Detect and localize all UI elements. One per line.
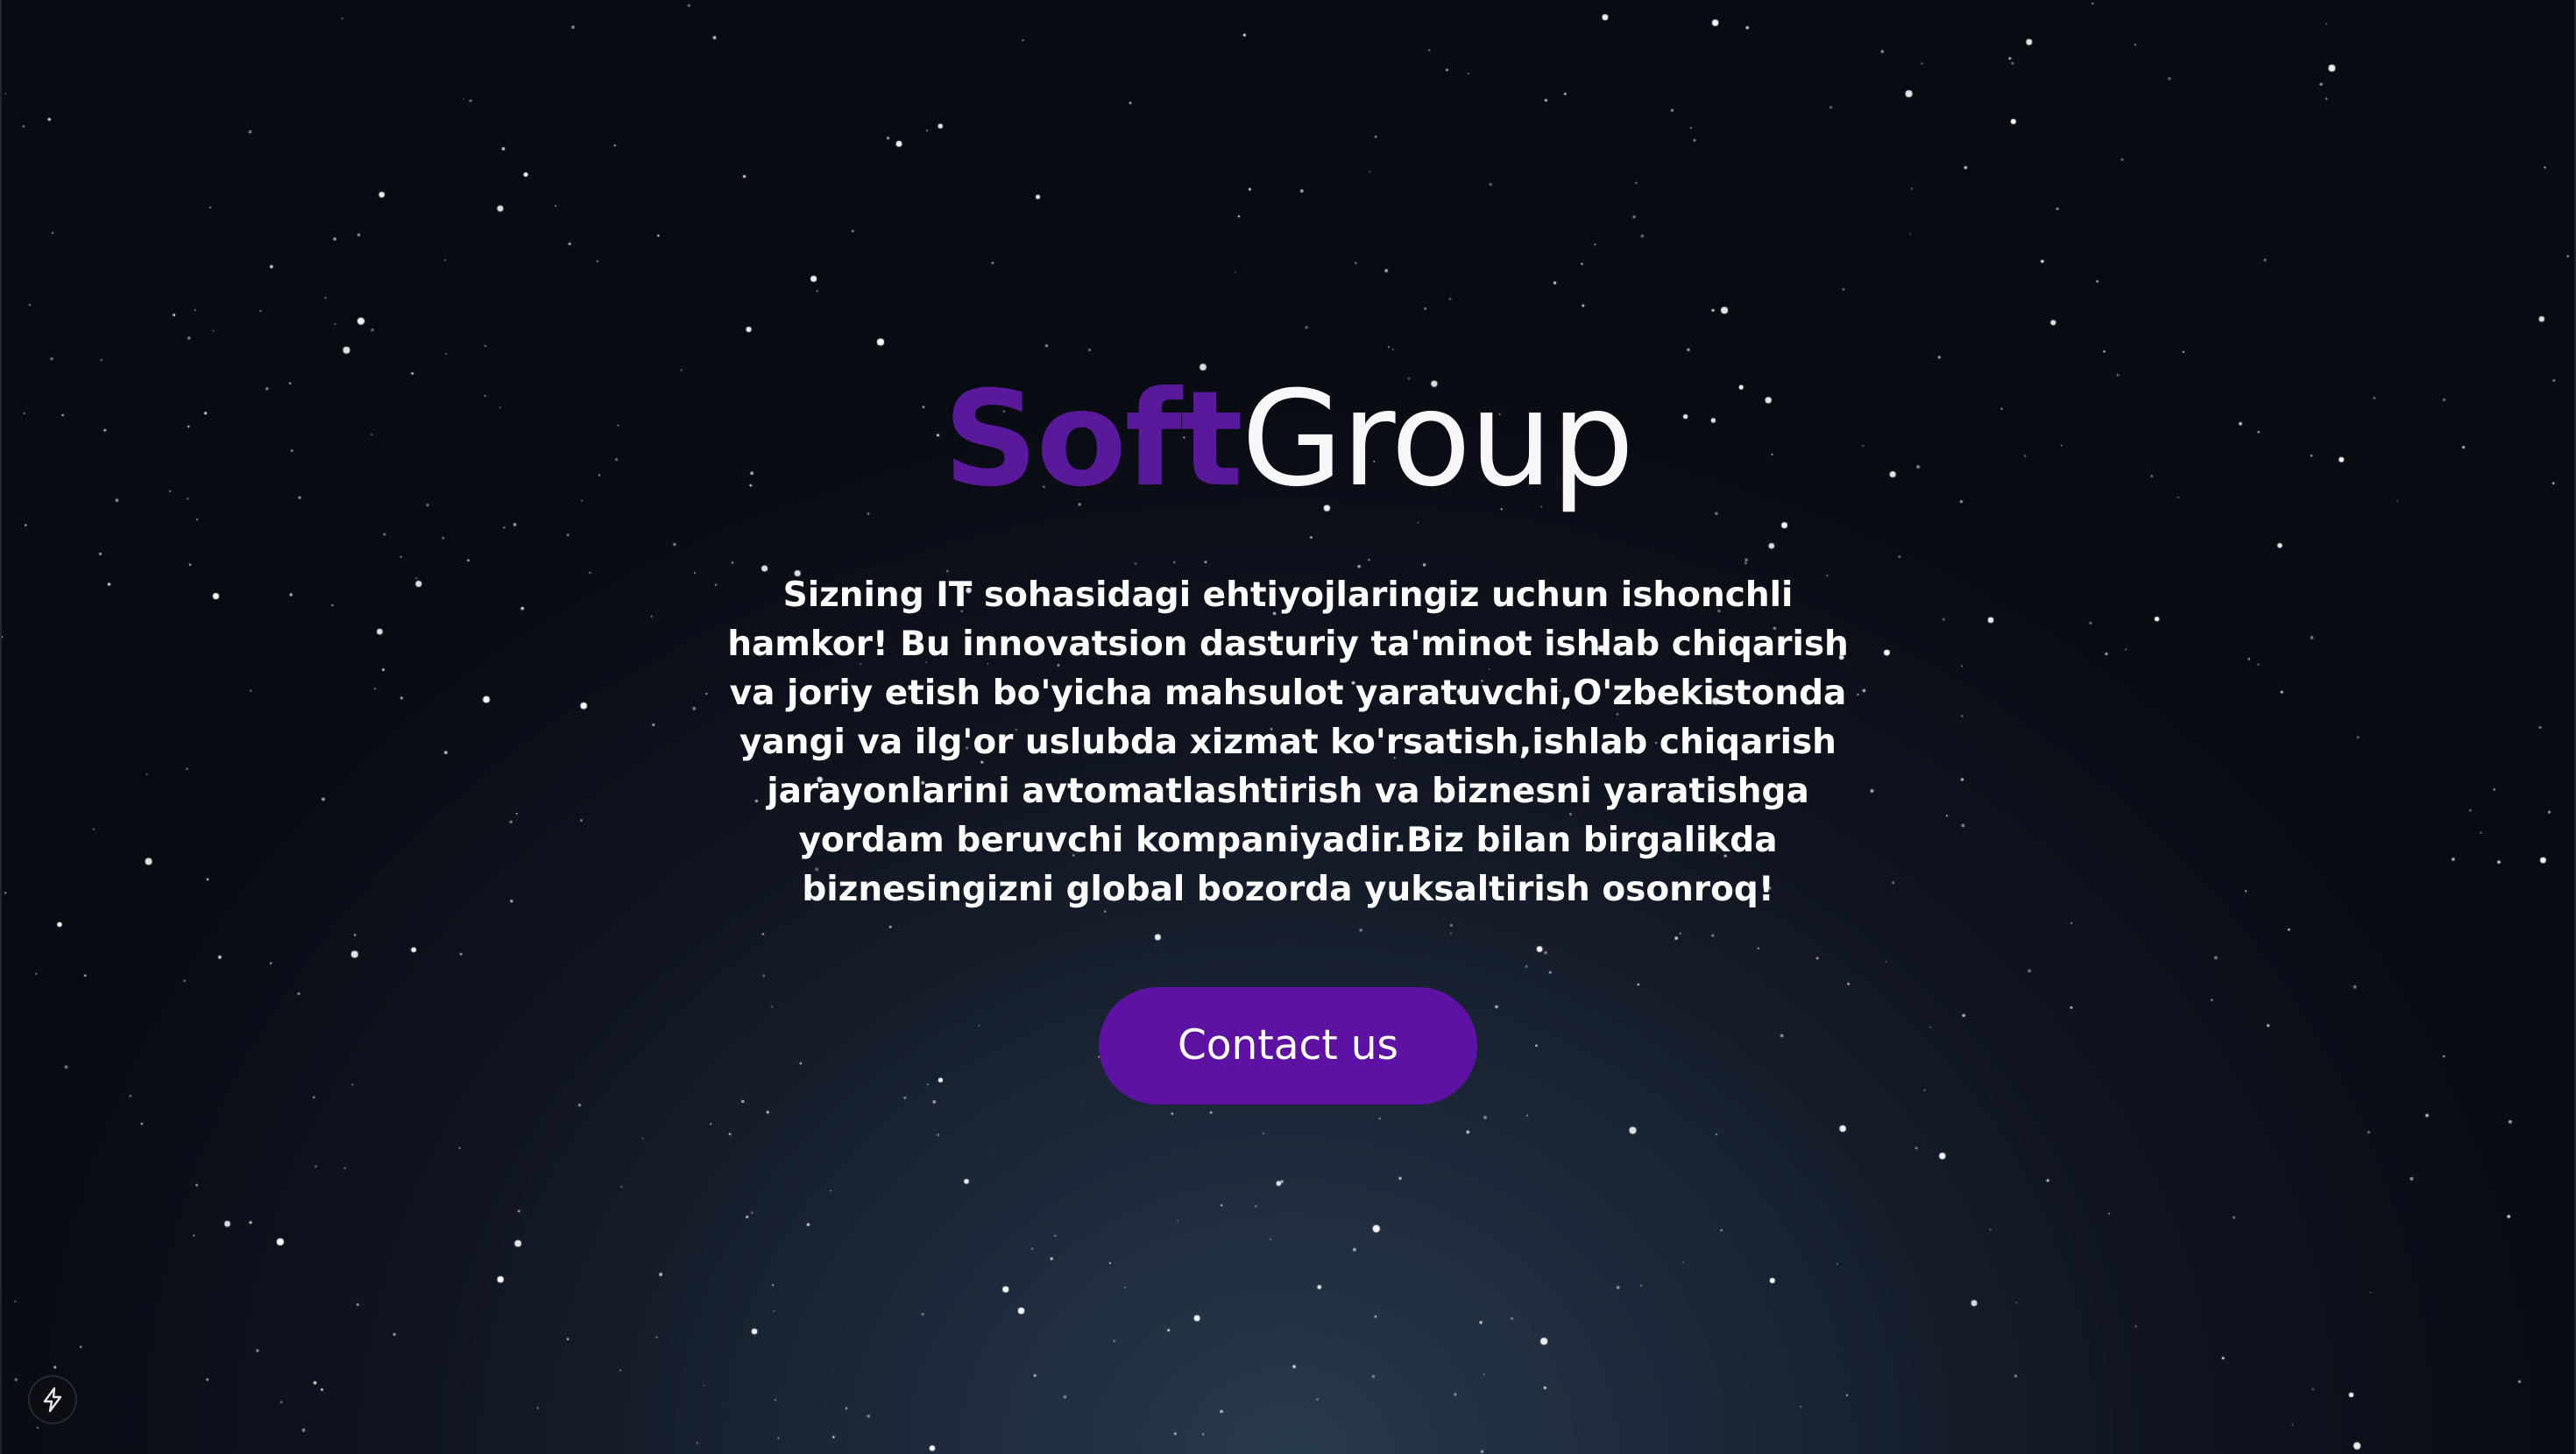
hero-section: SoftGroup Sizning IT sohasidagi ehtiyojl…	[0, 0, 2576, 1454]
brand-logo-primary: Soft	[943, 364, 1243, 516]
contact-us-button[interactable]: Contact us	[1099, 987, 1477, 1105]
hero-description: Sizning IT sohasidagi ehtiyojlaringiz uc…	[727, 575, 1849, 909]
dev-tools-indicator[interactable]	[28, 1375, 77, 1424]
lightning-bolt-icon	[43, 1387, 62, 1413]
brand-logo: SoftGroup	[0, 361, 2576, 519]
brand-logo-secondary: Group	[1241, 364, 1635, 516]
